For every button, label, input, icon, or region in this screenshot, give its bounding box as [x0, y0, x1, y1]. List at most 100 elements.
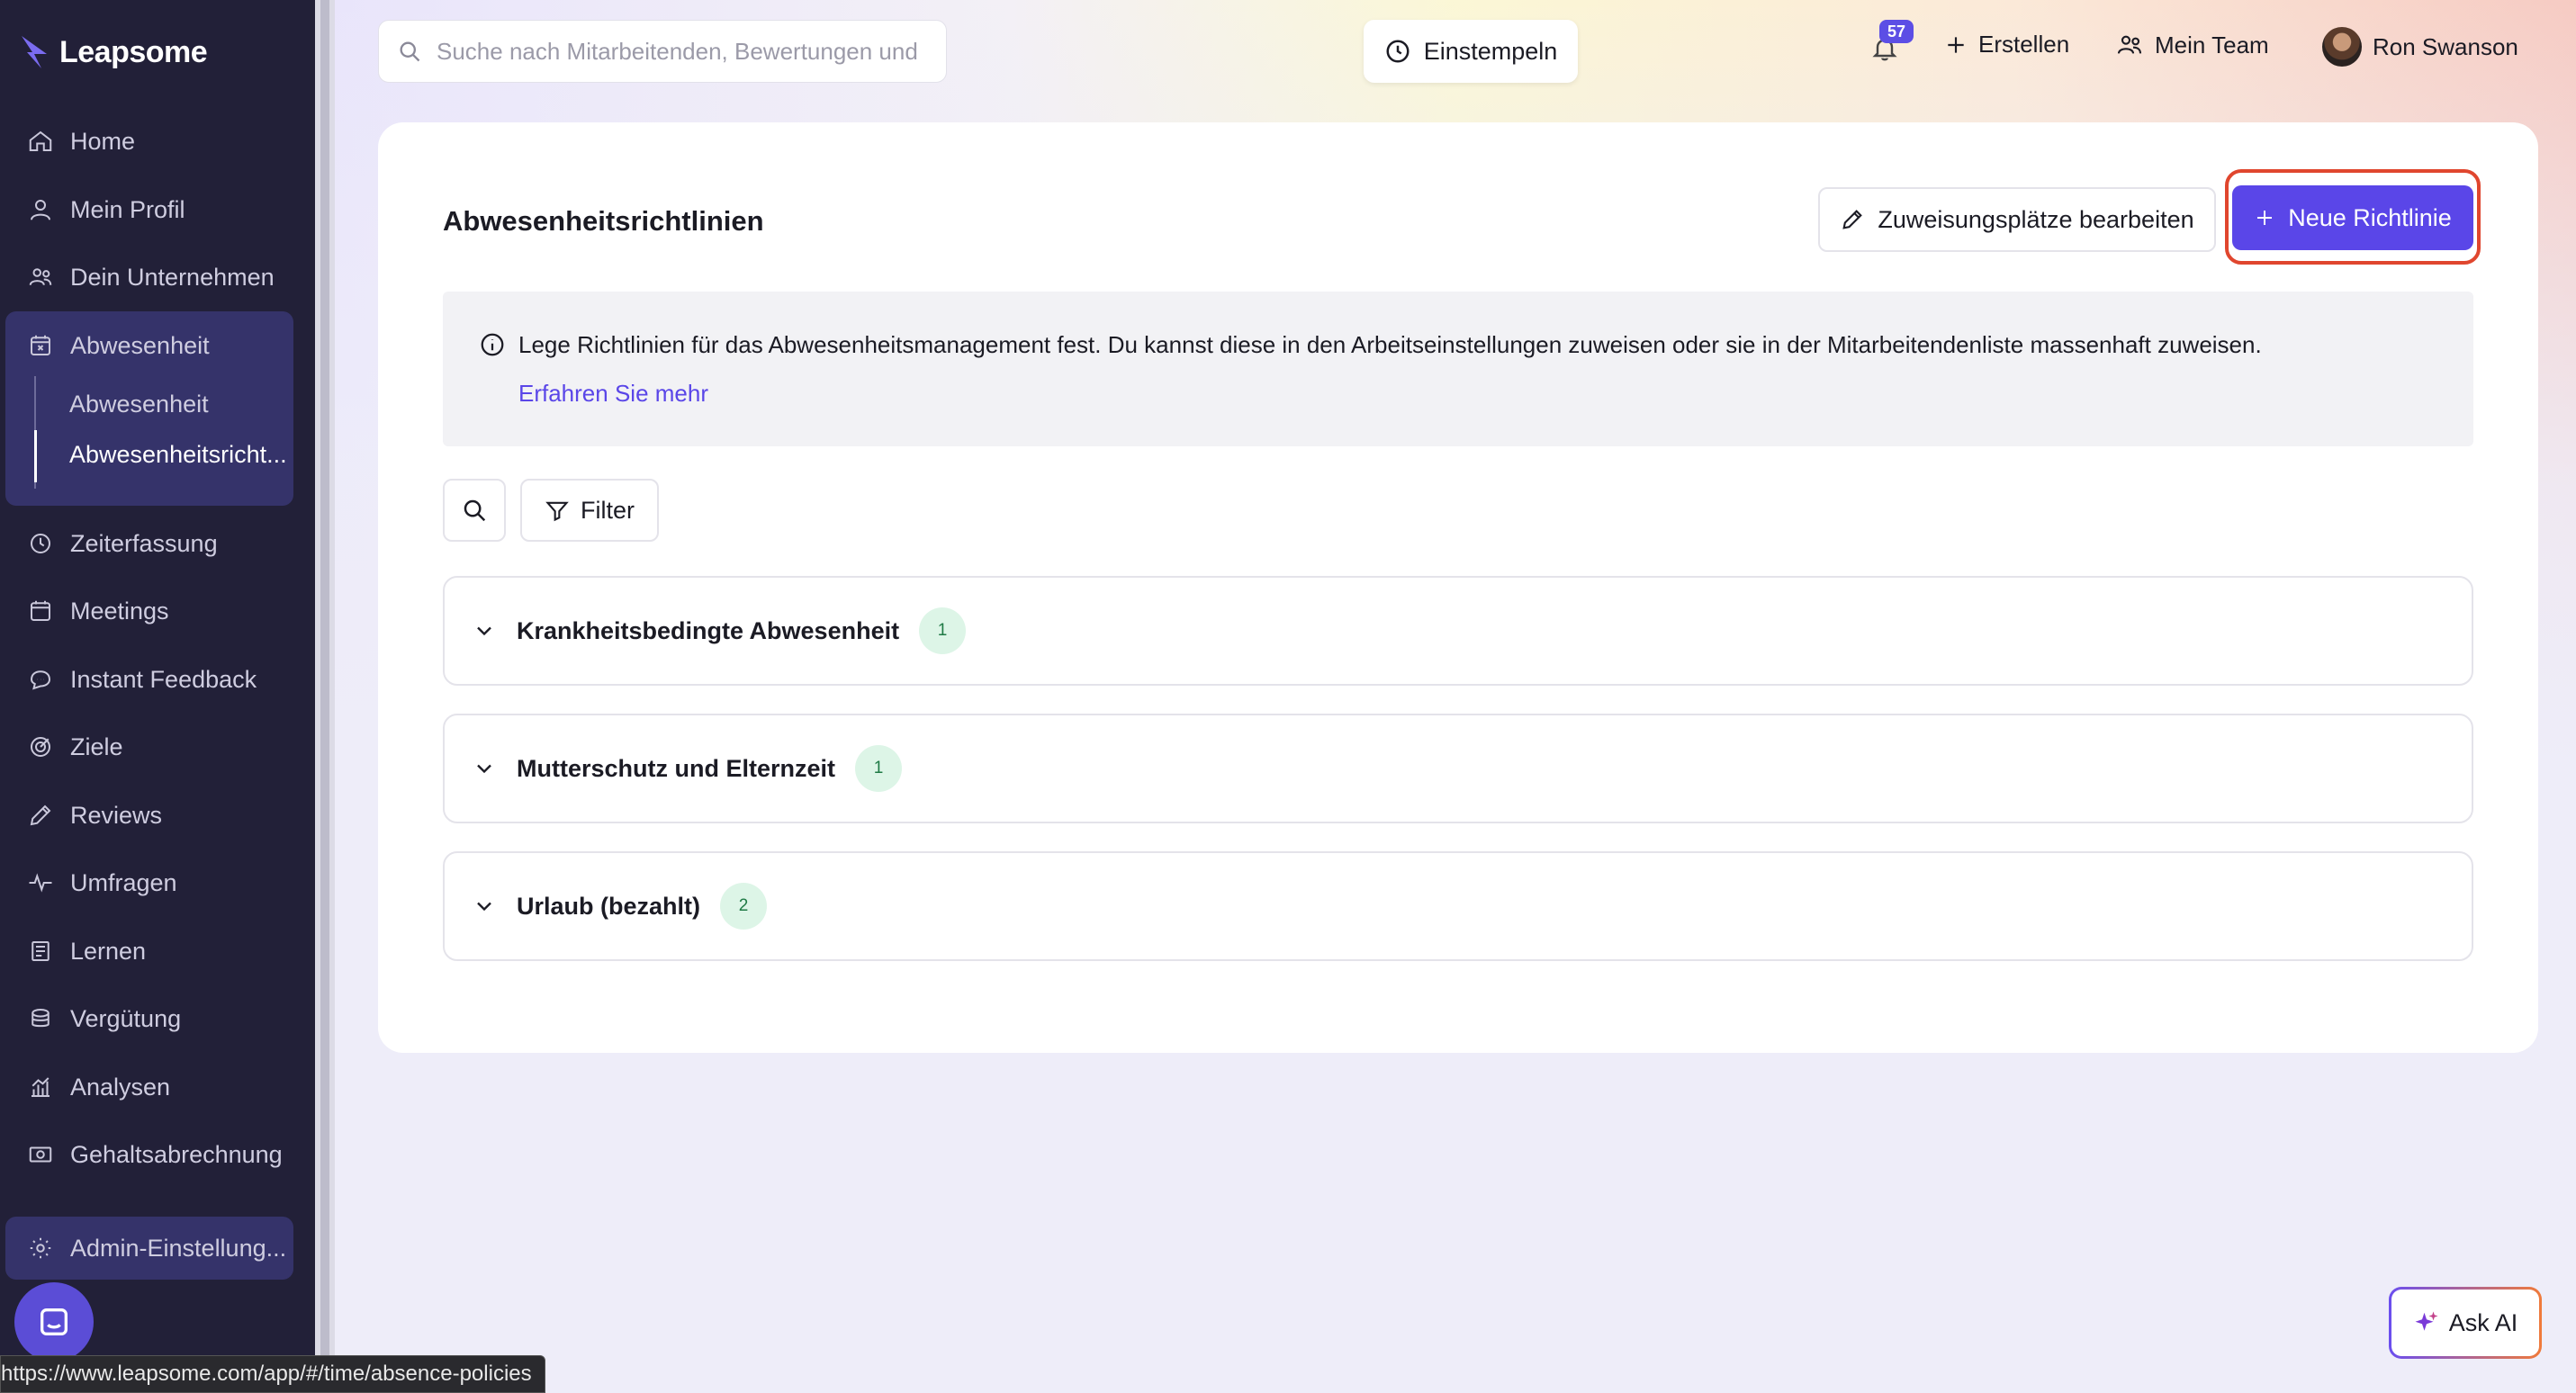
- info-icon: [481, 333, 504, 356]
- filter-button[interactable]: Filter: [520, 479, 659, 542]
- sidebar-item-label: Reviews: [70, 801, 163, 829]
- logo-text: Leapsome: [59, 34, 208, 69]
- search-icon: [464, 499, 486, 522]
- sidebar-item-label: Umfragen: [70, 868, 177, 896]
- info-banner: [443, 292, 2473, 446]
- user-name: Ron Swanson: [2373, 32, 2518, 60]
- sub-nav-active-indicator: [34, 430, 37, 482]
- sidebar-item-label: Home: [70, 127, 136, 155]
- policy-group-name: Krankheitsbedingte Abwesenheit: [517, 616, 900, 644]
- home-icon: [29, 130, 52, 151]
- filter-label: Filter: [581, 496, 635, 524]
- sidebar-item-learning[interactable]: Lernen: [5, 920, 293, 983]
- policy-count-badge: 1: [919, 607, 967, 654]
- clock-in-label: Einstempeln: [1423, 37, 1558, 65]
- sidebar-item-surveys[interactable]: Umfragen: [5, 851, 293, 914]
- money-icon: [29, 1146, 52, 1163]
- sparkle-icon: [2415, 1311, 2438, 1331]
- search-icon: [400, 41, 420, 62]
- learn-more-link[interactable]: Erfahren Sie mehr: [518, 380, 708, 408]
- filter-icon: [545, 501, 569, 522]
- policy-count-badge: 2: [720, 883, 768, 930]
- sidebar-item-analytics[interactable]: Analysen: [5, 1056, 293, 1119]
- policy-group-name: Mutterschutz und Elternzeit: [517, 754, 836, 782]
- coins-icon: [32, 1009, 50, 1028]
- new-policy-label: Neue Richtlinie: [2288, 203, 2452, 231]
- ask-ai-label: Ask AI: [2448, 1308, 2518, 1336]
- sidebar-item-admin-settings[interactable]: Admin-Einstellung...: [5, 1217, 293, 1280]
- sidebar-item-home[interactable]: Home: [5, 110, 293, 173]
- sidebar-item-label: Vergütung: [70, 1004, 182, 1032]
- info-banner-text: Lege Richtlinien für das Abwesenheitsman…: [518, 331, 2262, 358]
- pen-icon: [30, 804, 51, 826]
- sidebar-item-label: Abwesenheit: [70, 331, 210, 359]
- policy-group-row[interactable]: Krankheitsbedingte Abwesenheit 1: [443, 576, 2473, 686]
- leapsome-logo-icon: [22, 36, 47, 68]
- search-button[interactable]: [443, 479, 506, 542]
- sidebar-subitem-absence-policies[interactable]: Abwesenheitsricht...: [69, 441, 287, 469]
- chat-launcher-button[interactable]: [14, 1282, 94, 1362]
- people-icon: [29, 268, 52, 286]
- create-button[interactable]: Erstellen: [1944, 31, 2069, 58]
- chevron-down-icon[interactable]: [472, 618, 497, 643]
- edit-assignment-slots-button[interactable]: Zuweisungsplätze bearbeiten: [1818, 187, 2216, 252]
- sidebar-item-instant-feedback[interactable]: Instant Feedback: [5, 648, 293, 711]
- sidebar-item-label: Dein Unternehmen: [70, 263, 275, 291]
- book-icon: [32, 941, 50, 961]
- create-label: Erstellen: [1978, 31, 2070, 58]
- sidebar-item-time-tracking[interactable]: Zeiterfassung: [5, 512, 293, 575]
- sidebar-scrollbar[interactable]: [315, 0, 335, 1393]
- team-icon: [2117, 35, 2142, 54]
- pulse-icon: [29, 873, 52, 893]
- clock-icon: [1386, 40, 1410, 63]
- logo[interactable]: Leapsome: [20, 34, 208, 70]
- calendar-icon: [31, 600, 50, 621]
- sidebar-item-label: Instant Feedback: [70, 665, 257, 693]
- sidebar-item-reviews[interactable]: Reviews: [5, 784, 293, 847]
- edit-assignment-slots-label: Zuweisungsplätze bearbeiten: [1878, 205, 2194, 233]
- sidebar-item-absence[interactable]: Abwesenheit: [5, 314, 293, 377]
- sidebar-item-label: Zeiterfassung: [70, 529, 218, 557]
- sidebar-subitem-absence[interactable]: Abwesenheit: [69, 391, 209, 418]
- clock-in-button[interactable]: Einstempeln: [1364, 20, 1578, 83]
- pencil-icon: [1842, 210, 1863, 229]
- sidebar-item-label: Analysen: [70, 1073, 171, 1101]
- chevron-down-icon[interactable]: [472, 894, 497, 919]
- status-bar-url: https://www.leapsome.com/app/#/time/abse…: [0, 1355, 545, 1393]
- ask-ai-button[interactable]: Ask AI: [2389, 1287, 2542, 1359]
- sidebar-item-meetings[interactable]: Meetings: [5, 580, 293, 643]
- calendar-x-icon: [31, 335, 50, 355]
- chat-bubble-icon: [41, 1308, 68, 1335]
- sidebar-item-label: Ziele: [70, 732, 123, 760]
- user-icon: [31, 200, 50, 220]
- my-team-button[interactable]: Mein Team: [2115, 31, 2269, 59]
- my-team-label: Mein Team: [2155, 31, 2269, 58]
- page-title: Abwesenheitsrichtlinien: [443, 205, 764, 237]
- policy-group-name: Urlaub (bezahlt): [517, 892, 701, 920]
- sidebar: Leapsome Home Mein Profil Dein Unternehm…: [0, 0, 315, 1393]
- sidebar-item-payroll[interactable]: Gehaltsabrechnung: [5, 1123, 293, 1186]
- sidebar-item-label: Mein Profil: [70, 195, 185, 223]
- user-menu[interactable]: Ron Swanson: [2322, 27, 2518, 67]
- sidebar-item-label: Lernen: [70, 937, 147, 965]
- plus-icon: [2257, 211, 2273, 225]
- chat-icon: [30, 670, 51, 690]
- policy-count-badge: 1: [855, 745, 903, 792]
- plus-icon: [1948, 36, 1964, 53]
- sidebar-item-company[interactable]: Dein Unternehmen: [5, 246, 293, 309]
- clock-icon: [31, 534, 50, 553]
- sidebar-item-label: Gehaltsabrechnung: [70, 1140, 283, 1168]
- gear-icon: [30, 1237, 51, 1259]
- chevron-down-icon[interactable]: [472, 756, 497, 781]
- target-icon: [31, 737, 50, 757]
- sidebar-item-goals[interactable]: Ziele: [5, 715, 293, 778]
- policy-group-row[interactable]: Urlaub (bezahlt) 2: [443, 851, 2473, 961]
- global-search-input[interactable]: [437, 37, 923, 66]
- chart-icon: [32, 1077, 50, 1097]
- sidebar-item-profile[interactable]: Mein Profil: [5, 178, 293, 241]
- sidebar-item-compensation[interactable]: Vergütung: [5, 987, 293, 1050]
- avatar: [2322, 27, 2362, 67]
- policy-group-row[interactable]: Mutterschutz und Elternzeit 1: [443, 714, 2473, 823]
- global-search[interactable]: [378, 20, 947, 83]
- new-policy-button[interactable]: Neue Richtlinie: [2232, 185, 2473, 250]
